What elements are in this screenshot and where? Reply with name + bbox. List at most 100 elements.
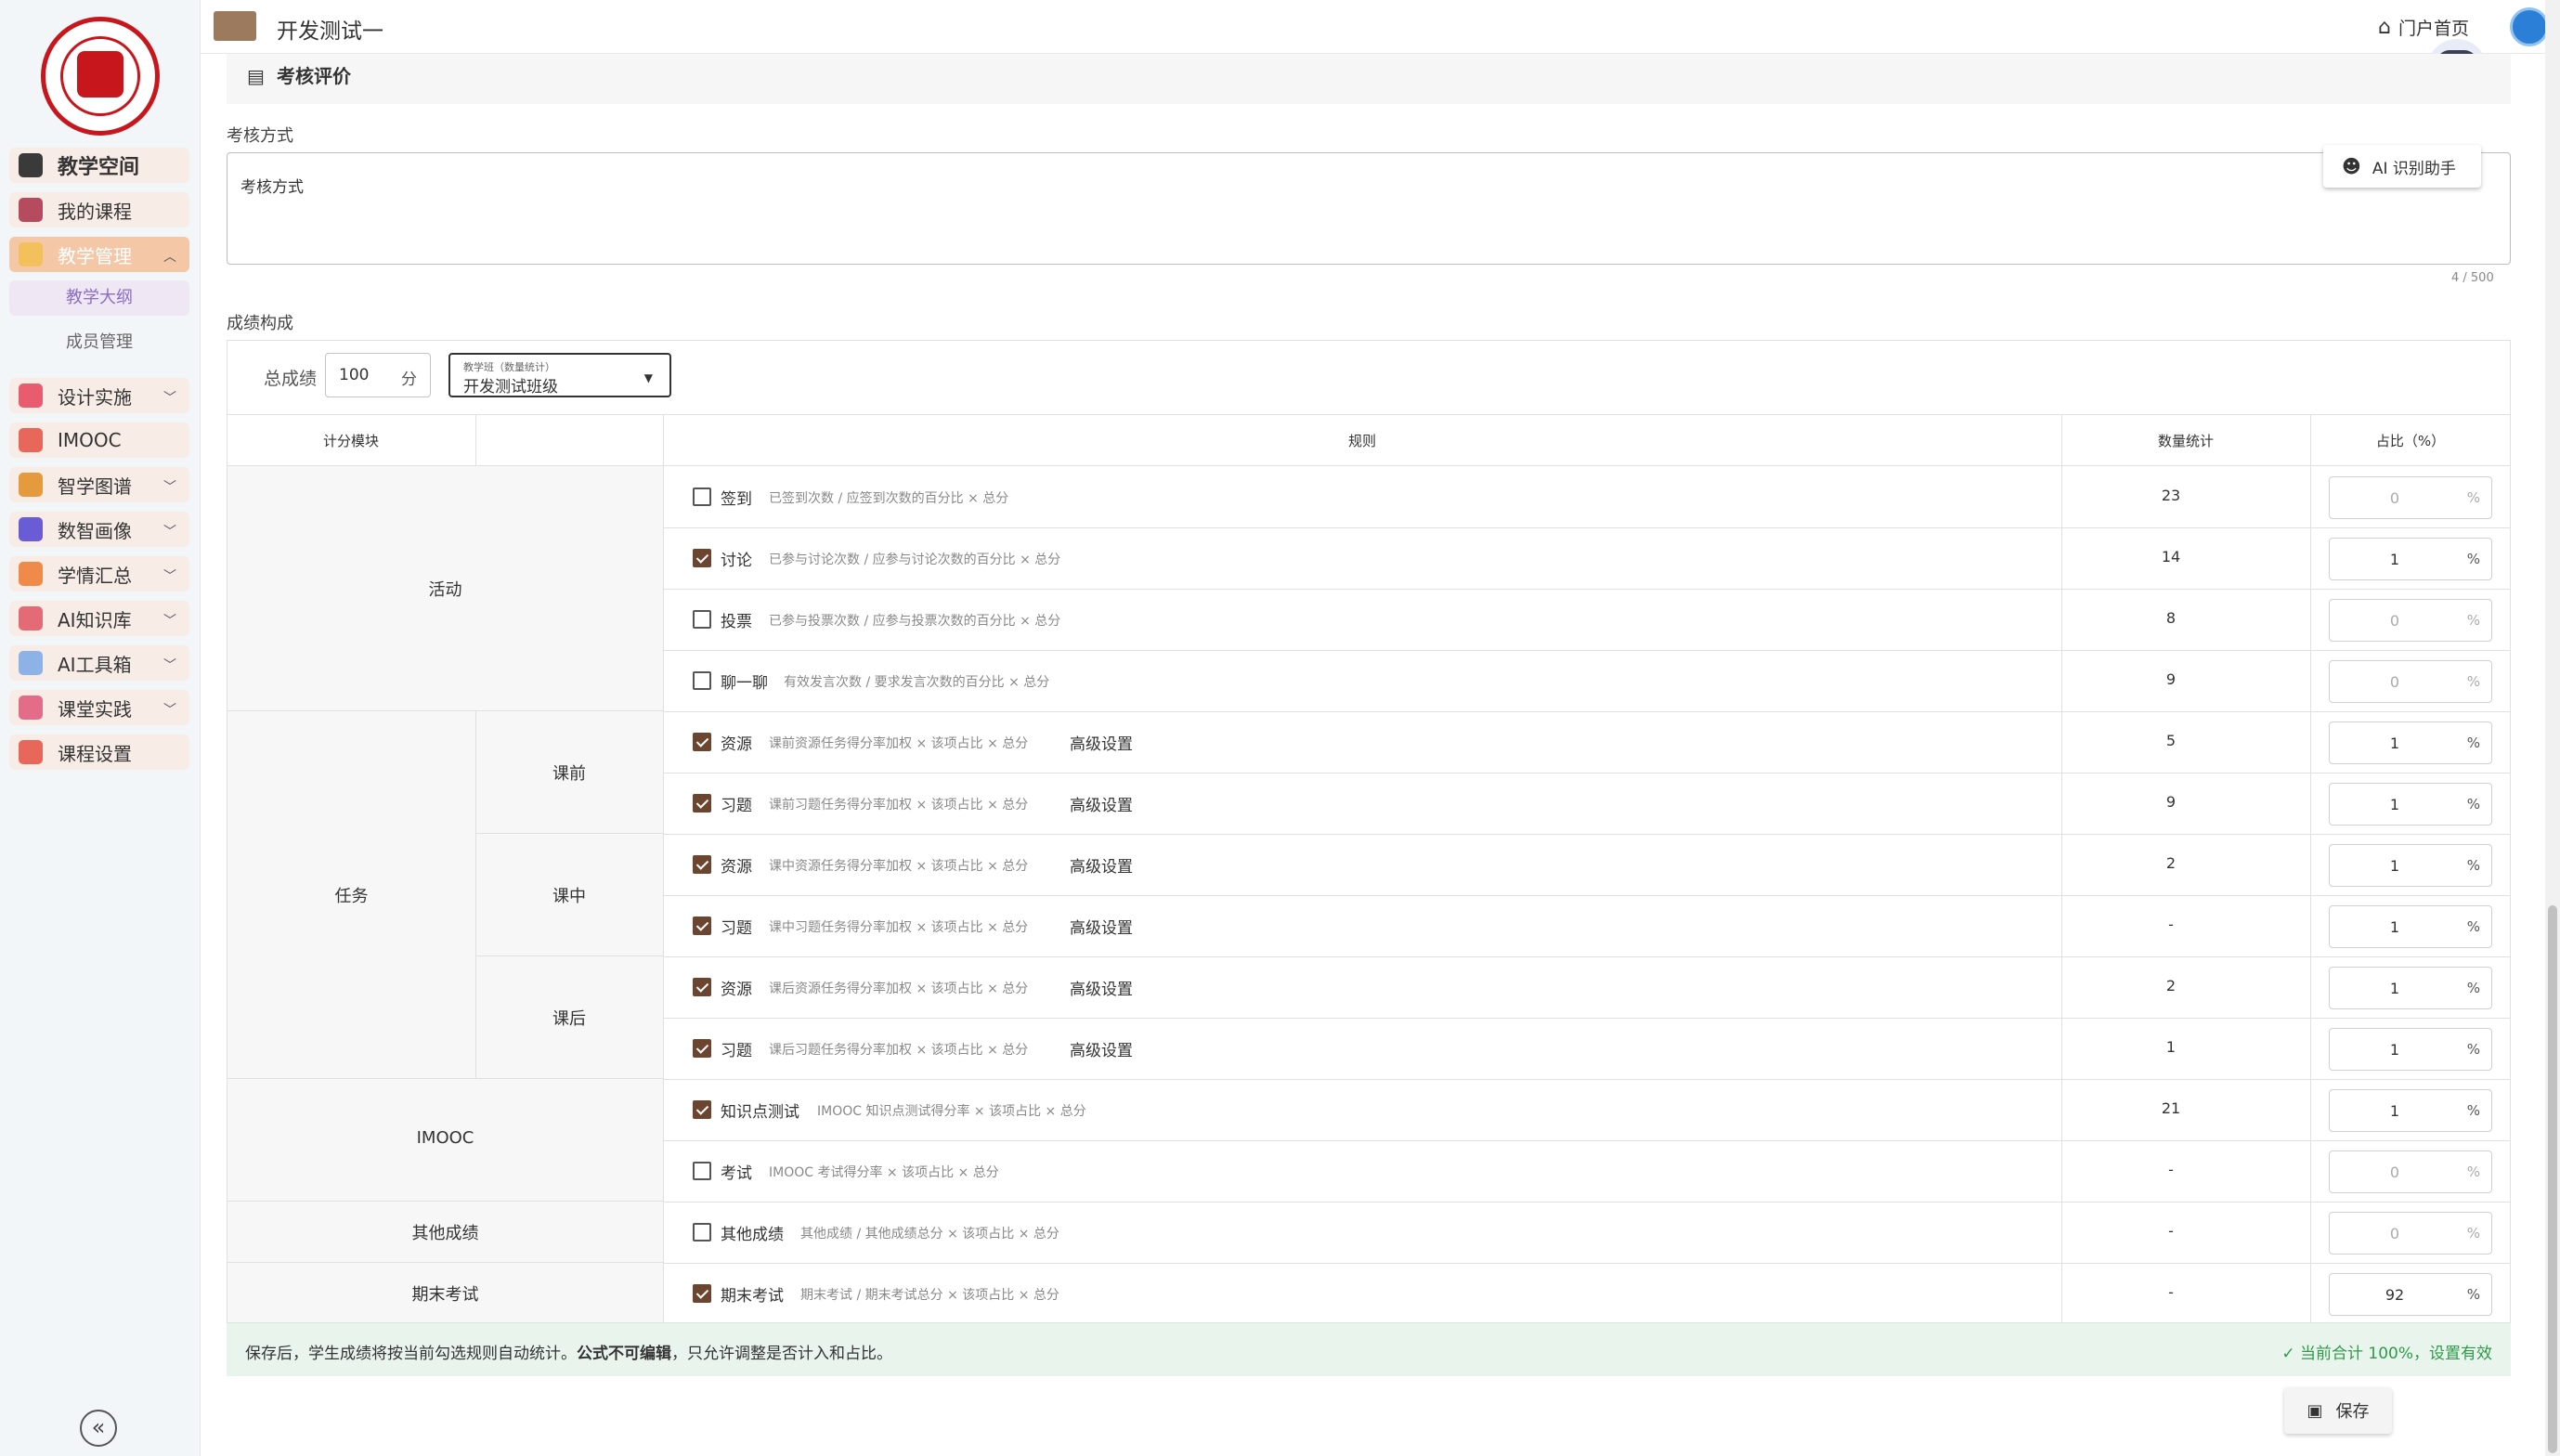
chevron-up-icon[interactable]: ︿: [163, 247, 176, 266]
sidebar-item-label: 教学空间: [58, 156, 140, 179]
ratio-input[interactable]: 1%: [2329, 1028, 2492, 1071]
assessment-textarea[interactable]: 考核方式: [227, 152, 2511, 265]
ratio-input[interactable]: 0%: [2329, 476, 2492, 519]
sidebar-item-6[interactable]: 数智画像 ﹀: [9, 512, 189, 547]
ratio-input[interactable]: 1%: [2329, 783, 2492, 826]
scrollbar-thumb[interactable]: [2548, 905, 2557, 1453]
checkbox-checked[interactable]: [693, 794, 711, 812]
advanced-settings-link[interactable]: 高级设置: [1070, 731, 1133, 754]
ratio-value: 1: [2389, 857, 2400, 875]
notice-status-label: 当前合计 100%，设置有效: [2299, 1345, 2492, 1363]
sidebar-item-label: 教学管理: [58, 244, 132, 267]
ratio-input[interactable]: 1%: [2329, 967, 2492, 1009]
sidebar-item-7[interactable]: 学情汇总 ﹀: [9, 556, 189, 592]
dropdown-arrow-icon: ▼: [643, 371, 653, 384]
checkbox-checked[interactable]: [693, 549, 711, 567]
robot-icon: [19, 651, 43, 675]
checkbox-unchecked[interactable]: [693, 671, 711, 690]
page-scrollbar[interactable]: [2545, 0, 2560, 1456]
ratio-input[interactable]: 1%: [2329, 1089, 2492, 1132]
rule-name: 讨论: [721, 552, 752, 570]
checkbox-checked[interactable]: [693, 916, 711, 935]
advanced-settings-link[interactable]: 高级设置: [1070, 1037, 1133, 1060]
rule-name: 资源: [721, 858, 752, 877]
ratio-input[interactable]: 1%: [2329, 844, 2492, 887]
collapse-sidebar-icon[interactable]: «: [80, 1410, 117, 1447]
ratio-input[interactable]: 0%: [2329, 1150, 2492, 1193]
ratio-input[interactable]: 1%: [2329, 722, 2492, 764]
rule-name: 资源: [721, 735, 752, 754]
table-row: 聊一聊 有效发言次数 / 要求发言次数的百分比 × 总分 9 0%: [691, 650, 2509, 711]
save-button[interactable]: ▣ 保存: [2284, 1387, 2392, 1434]
advanced-settings-link[interactable]: 高级设置: [1070, 853, 1133, 877]
sidebar-item-0[interactable]: 教学空间: [9, 148, 189, 183]
checkbox-unchecked[interactable]: [693, 610, 711, 629]
sidebar-item-4[interactable]: IMOOC: [9, 422, 189, 458]
stage-before: 课前: [552, 764, 586, 784]
flag-icon: [19, 696, 43, 720]
ratio-input[interactable]: 0%: [2329, 599, 2492, 642]
sidebar-item-label: 设计实施: [58, 385, 132, 409]
chevron-down-icon[interactable]: ﹀: [163, 522, 176, 540]
sidebar-item-2[interactable]: 教学管理 ︿: [9, 237, 189, 272]
table-row: 期末考试 期末考试 / 期末考试总分 × 该项占比 × 总分 - 92%: [691, 1263, 2509, 1324]
sidebar-item-11[interactable]: 课程设置: [9, 734, 189, 770]
checkbox-checked[interactable]: [693, 1039, 711, 1058]
ratio-input[interactable]: 0%: [2329, 660, 2492, 703]
chevron-down-icon[interactable]: ﹀: [163, 611, 176, 630]
total-score-input[interactable]: 100 分: [325, 353, 431, 397]
rule-name: 其他成绩: [721, 1226, 784, 1244]
ratio-input[interactable]: 0%: [2329, 1212, 2492, 1254]
ratio-input[interactable]: 1%: [2329, 538, 2492, 580]
chevron-down-icon[interactable]: ﹀: [163, 700, 176, 719]
class-select[interactable]: 教学班（数量统计） 开发测试班级 ▼: [448, 353, 671, 397]
avatar[interactable]: [2510, 7, 2549, 46]
header-ratio: 占比（%）: [2310, 414, 2511, 466]
table-row: 讨论 已参与讨论次数 / 应参与讨论次数的百分比 × 总分 14 1%: [691, 527, 2509, 589]
rule-formula: 课中习题任务得分率加权 × 该项占比 × 总分: [769, 920, 1029, 935]
rule-name: 知识点测试: [721, 1103, 799, 1122]
sidebar-item-5[interactable]: 智学图谱 ﹀: [9, 467, 189, 502]
table-row: 投票 已参与投票次数 / 应参与投票次数的百分比 × 总分 8 0%: [691, 589, 2509, 650]
table-row: 考试 IMOOC 考试得分率 × 该项占比 × 总分 - 0%: [691, 1140, 2509, 1202]
checkbox-checked[interactable]: [693, 1100, 711, 1119]
ai-assistant-button[interactable]: ☻ AI 识别助手: [2323, 145, 2481, 188]
graph-icon: [19, 473, 43, 497]
checkbox-checked[interactable]: [693, 978, 711, 996]
ratio-input[interactable]: 1%: [2329, 905, 2492, 948]
chevron-down-icon[interactable]: ﹀: [163, 477, 176, 496]
sidebar-item-3[interactable]: 设计实施 ﹀: [9, 378, 189, 413]
chevron-down-icon[interactable]: ﹀: [163, 566, 176, 585]
checkbox-checked[interactable]: [693, 733, 711, 751]
checkbox-checked[interactable]: [693, 855, 711, 874]
ratio-value: 1: [2389, 1102, 2400, 1120]
checkbox-checked[interactable]: [693, 1284, 711, 1303]
portal-home-link[interactable]: ⌂ 门户首页: [2378, 15, 2469, 40]
section-header: ▤ 考核评价: [227, 54, 2511, 104]
table-row: 资源 课中资源任务得分率加权 × 该项占比 × 总分 高级设置 2 1%: [691, 834, 2509, 895]
design-icon: [19, 384, 43, 408]
advanced-settings-link[interactable]: 高级设置: [1070, 792, 1133, 815]
chevron-down-icon[interactable]: ﹀: [163, 388, 176, 407]
sidebar-item-label: 学情汇总: [58, 564, 132, 587]
sidebar-subitem-members[interactable]: 成员管理: [9, 325, 189, 360]
sidebar-item-8[interactable]: AI知识库 ﹀: [9, 601, 189, 636]
sidebar-item-9[interactable]: AI工具箱 ﹀: [9, 645, 189, 681]
chevron-down-icon[interactable]: ﹀: [163, 656, 176, 674]
checkbox-unchecked[interactable]: [693, 488, 711, 506]
group-imooc: IMOOC: [416, 1128, 474, 1148]
checkbox-unchecked[interactable]: [693, 1162, 711, 1180]
rule-name: 签到: [721, 490, 752, 509]
advanced-settings-link[interactable]: 高级设置: [1070, 976, 1133, 999]
advanced-settings-link[interactable]: 高级设置: [1070, 915, 1133, 938]
notice-bold: 公式不可编辑: [577, 1345, 671, 1363]
rule-count: 14: [2161, 548, 2181, 566]
ratio-value: 0: [2389, 673, 2400, 691]
table-row: 资源 课后资源任务得分率加权 × 该项占比 × 总分 高级设置 2 1%: [691, 956, 2509, 1018]
rule-formula: IMOOC 知识点测试得分率 × 该项占比 × 总分: [817, 1104, 1086, 1119]
sidebar-item-1[interactable]: 我的课程: [9, 192, 189, 228]
sidebar-subitem-syllabus[interactable]: 教学大纲: [9, 280, 189, 316]
ratio-input[interactable]: 92%: [2329, 1273, 2492, 1316]
checkbox-unchecked[interactable]: [693, 1223, 711, 1242]
sidebar-item-10[interactable]: 课堂实践 ﹀: [9, 690, 189, 725]
